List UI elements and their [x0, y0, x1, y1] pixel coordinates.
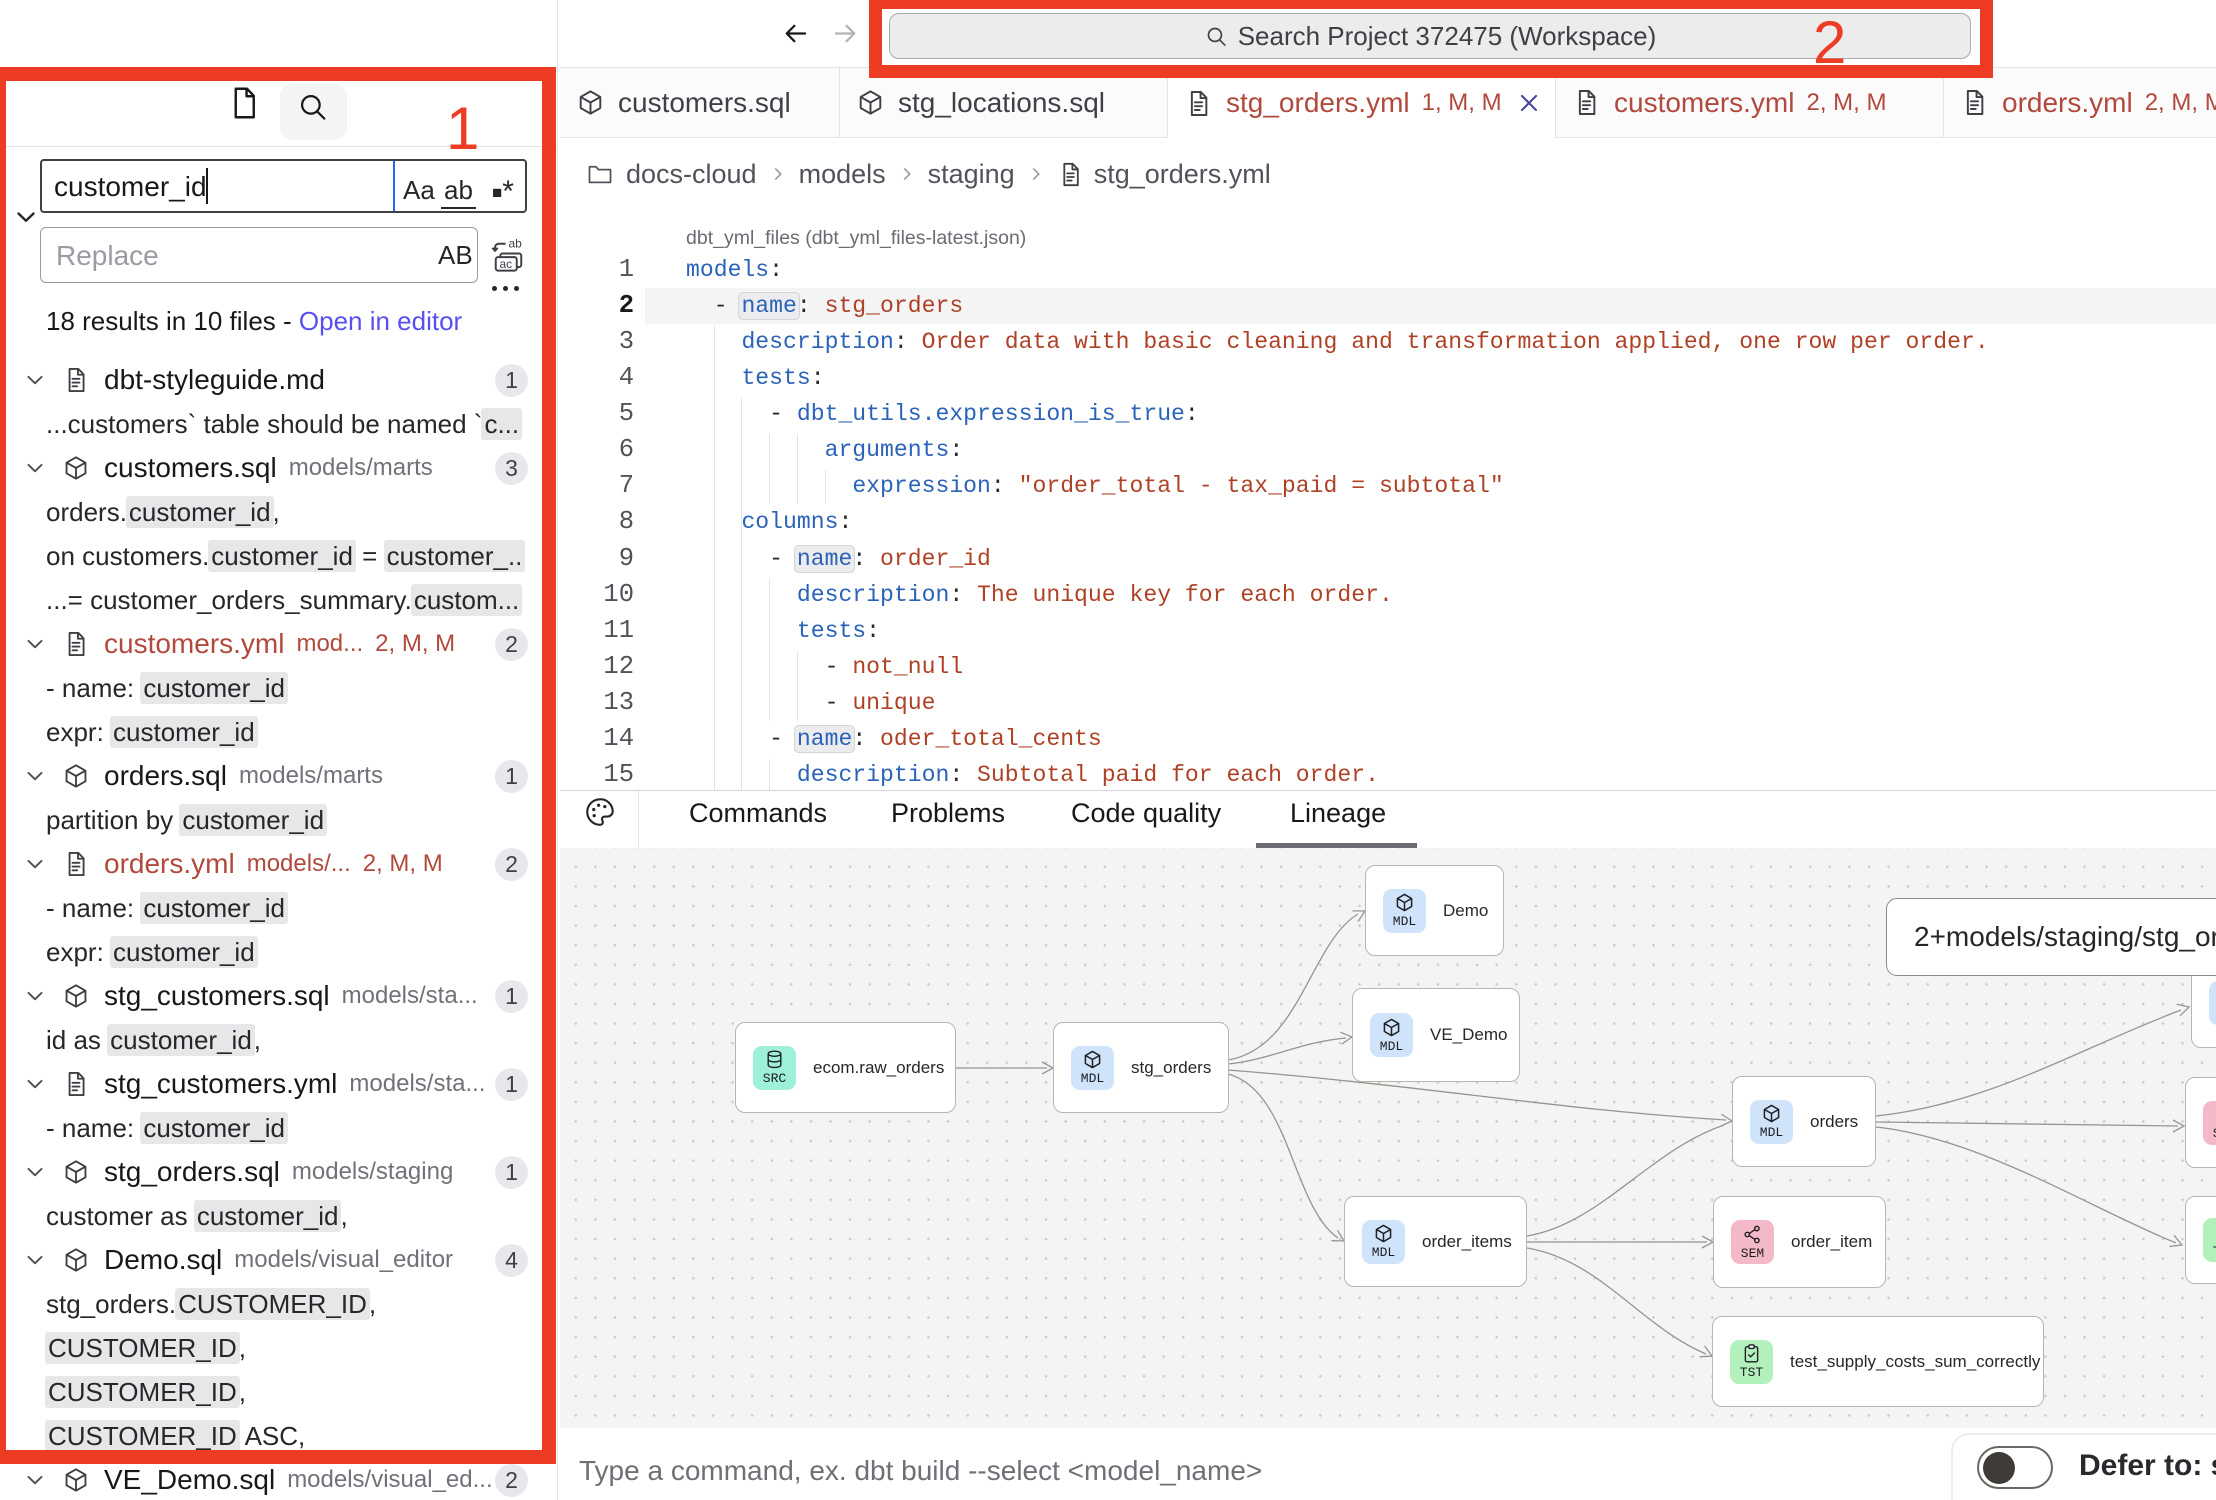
svg-text:ac: ac: [500, 257, 513, 271]
svg-text:ab: ab: [509, 237, 523, 251]
